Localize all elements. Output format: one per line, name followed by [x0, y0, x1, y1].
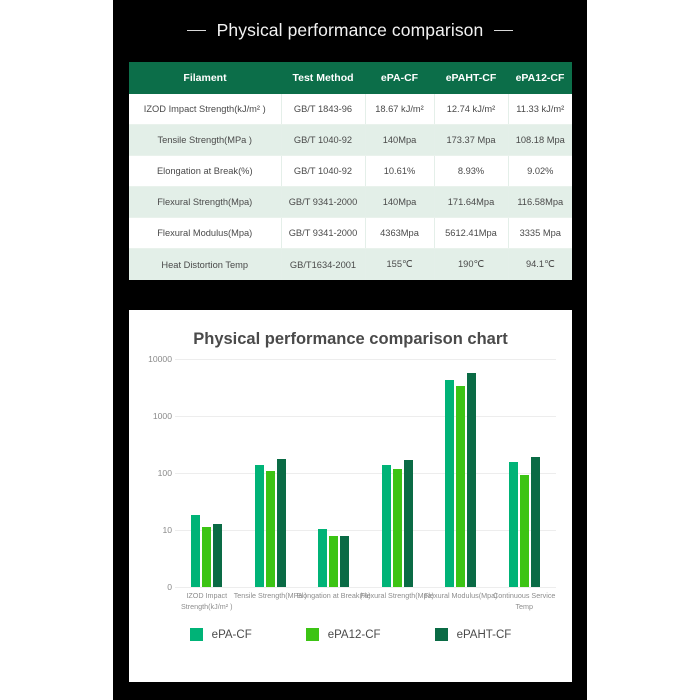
chart-bar — [456, 386, 466, 587]
table-cell-property: Heat Distortion Temp — [129, 248, 282, 280]
table-cell-value: 10.61% — [365, 155, 435, 187]
table-cell-value: 4363Mpa — [365, 217, 435, 249]
legend-swatch — [305, 628, 319, 641]
table-cell-value: 8.93% — [434, 155, 509, 187]
table-cell-property: IZOD Impact Strength(kJ/m² ) — [129, 94, 282, 125]
chart-bar — [276, 459, 286, 587]
table-cell-value: 3335 Mpa — [508, 217, 572, 249]
chart-bar — [265, 471, 275, 587]
table-row: Tensile Strength(MPa ) GB/T 1040-92 140Mpa… — [129, 124, 572, 156]
y-axis-tick-label: 10 — [162, 525, 172, 535]
chart-bar — [202, 526, 212, 587]
legend-item[interactable]: ePA-CF — [189, 628, 252, 641]
heading-rule-left — [186, 29, 206, 31]
chart-gridline — [175, 586, 556, 588]
table-cell-value: 155℃ — [365, 248, 435, 280]
chart-bar — [519, 474, 529, 587]
table-cell-value: 94.1℃ — [525, 259, 555, 269]
chart-title: Physical performance comparison chart — [193, 330, 508, 348]
table-cell-value: 171.64Mpa — [434, 186, 509, 218]
table-cell-value: 190℃ — [434, 248, 509, 280]
table-cell-property: Flexural Modulus(Mpa) — [129, 217, 282, 249]
legend-label: ePAHT-CF — [456, 628, 512, 641]
table-cell-value: 108.18 Mpa — [508, 124, 572, 156]
table-cell-property: Tensile Strength(MPa ) — [129, 124, 282, 156]
table-row: Heat Distortion Temp GB/T1634-2001 155℃ 190… — [129, 248, 572, 280]
table-cell-value: GB/T 1843-96 — [281, 94, 366, 125]
page-title: Physical performance comparison — [216, 19, 484, 40]
spec-table-head: Filament Test Method ePA-CF ePAHT-CF ePA… — [129, 62, 572, 94]
table-cell-value: GB/T 9341-2000 — [281, 217, 366, 249]
chart-legend: ePA-CF ePA12-CF ePAHT-CF — [129, 628, 572, 641]
spec-table-body: IZOD Impact Strength(kJ/m² ) GB/T 1843-96… — [129, 94, 572, 280]
chart-bar — [445, 379, 455, 587]
y-axis-tick-label: 10000 — [148, 354, 172, 364]
column-header-epa12-cf: ePA12-CF — [508, 62, 572, 94]
chart-bar — [403, 459, 413, 587]
chart-bar — [329, 535, 339, 587]
chart-bar — [213, 524, 223, 587]
column-header-epa-cf: ePA-CF — [365, 62, 434, 94]
table-cell-value: 18.67 kJ/m² — [365, 94, 435, 125]
table-cell-value: 140Mpa — [365, 186, 435, 218]
column-header-epaht-cf: ePAHT-CF — [434, 62, 508, 94]
table-cell-value: 5612.41Mpa — [434, 217, 509, 249]
table-row: IZOD Impact Strength(kJ/m² ) GB/T 1843-96… — [129, 94, 572, 125]
chart-bar — [392, 469, 402, 587]
table-row: Elongation at Break(%) GB/T 1040-92 10.61%… — [129, 155, 572, 187]
chart-bar — [318, 528, 328, 587]
chart-bar — [467, 373, 477, 587]
legend-label: ePA12-CF — [327, 628, 381, 641]
table-cell-value: 140Mpa — [365, 124, 435, 156]
table-cell-value: GB/T 1040-92 — [281, 155, 366, 187]
chart-plot-area: 0 10 100 1000 10000 IZOD Impact Strength(kJ/m… — [148, 354, 556, 611]
table-cell-value: 173.37 Mpa — [434, 124, 509, 156]
heading-rule-right — [494, 29, 514, 31]
table-row: Flexural Modulus(Mpa) GB/T 9341-2000 4363M… — [129, 217, 572, 249]
table-cell-property: Flexural Strength(Mpa) — [129, 186, 282, 218]
column-header-test-method: Test Method — [281, 62, 365, 94]
chart-bar — [381, 464, 391, 587]
spec-table-container: Filament Test Method ePA-CF ePAHT-CF ePA… — [129, 62, 572, 280]
table-cell-value: 11.33 kJ/m² — [508, 94, 572, 125]
table-cell-property: Elongation at Break(%) — [129, 155, 282, 187]
legend-item[interactable]: ePA12-CF — [305, 628, 381, 641]
chart-card: Physical performance comparison chart 0 1… — [129, 310, 572, 682]
chart-bar — [530, 457, 540, 587]
chart-gridline — [175, 415, 556, 417]
chart-bar — [254, 464, 264, 587]
table-cell-value: GB/T 1040-92 — [281, 124, 366, 156]
chart-gridline — [175, 472, 556, 474]
chart-bar — [508, 462, 518, 587]
table-cell-value: GB/T 9341-2000 — [281, 186, 366, 218]
legend-swatch — [434, 628, 448, 641]
page-heading: Physical performance comparison — [113, 12, 587, 48]
legend-label: ePA-CF — [211, 628, 252, 641]
column-header-filament: Filament — [129, 62, 281, 94]
page-root: Physical performance comparison Filament… — [0, 0, 700, 700]
table-header-row: Filament Test Method ePA-CF ePAHT-CF ePA… — [129, 62, 572, 94]
table-cell-value: 12.74 kJ/m² — [434, 94, 509, 125]
legend-item[interactable]: ePAHT-CF — [434, 628, 512, 641]
table-cell-value: 116.58Mpa — [508, 186, 572, 218]
y-axis-tick-label: 100 — [157, 468, 172, 478]
x-axis-tick-label: Continuous Service Temp — [493, 591, 556, 611]
chart-bar — [191, 514, 201, 587]
chart-gridline — [175, 529, 556, 531]
y-axis-tick-label: 0 — [167, 582, 172, 592]
table-cell-value: GB/T1634-2001 — [281, 248, 366, 280]
legend-swatch — [189, 628, 203, 641]
table-row: Flexural Strength(Mpa) GB/T 9341-2000 140M… — [129, 186, 572, 218]
y-axis-tick-label: 1000 — [152, 411, 172, 421]
spec-table: Filament Test Method ePA-CF ePAHT-CF ePA… — [129, 62, 572, 280]
chart-bar — [340, 536, 350, 587]
chart-gridline — [175, 358, 556, 360]
table-cell-value: 9.02% — [508, 155, 572, 187]
